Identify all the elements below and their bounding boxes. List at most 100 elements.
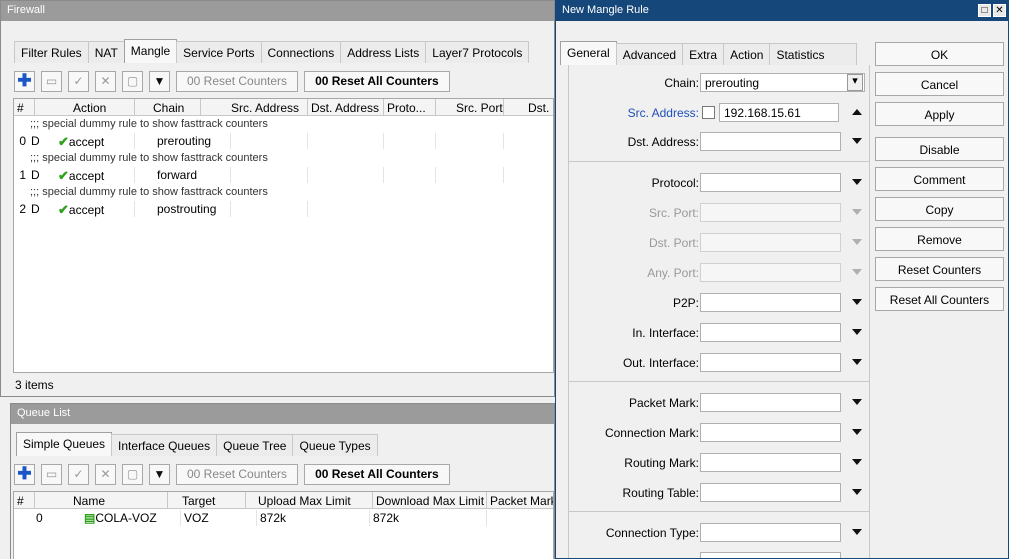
expand-arrow-icon[interactable] xyxy=(852,269,862,275)
expand-arrow-icon[interactable] xyxy=(852,329,862,335)
tab-statistics[interactable]: Statistics xyxy=(769,43,858,65)
table-row[interactable]: 0 ▤COLA-VOZ VOZ 872k 872k xyxy=(14,510,553,526)
tab-action[interactable]: Action xyxy=(723,43,771,65)
tab-address-lists[interactable]: Address Lists xyxy=(340,41,427,63)
src-port-input[interactable] xyxy=(700,203,841,222)
reset-counters-button[interactable]: Reset Counters xyxy=(875,257,1004,281)
cancel-button[interactable]: Cancel xyxy=(875,72,1004,96)
connection-type-input[interactable] xyxy=(700,523,841,542)
close-button[interactable]: ✕ xyxy=(993,4,1006,17)
tab-simple-queues[interactable]: Simple Queues xyxy=(16,432,113,456)
packet-mark-input[interactable] xyxy=(700,393,841,412)
expand-arrow-icon[interactable] xyxy=(852,459,862,465)
col-target[interactable]: Target xyxy=(168,492,246,509)
expand-arrow-icon[interactable] xyxy=(852,299,862,305)
enable-button[interactable]: ✓ xyxy=(68,463,89,485)
col-chain[interactable]: Chain xyxy=(135,99,201,116)
apply-button[interactable]: Apply xyxy=(875,102,1004,126)
tab-queue-tree[interactable]: Queue Tree xyxy=(216,434,294,456)
src-address-negate-checkbox[interactable] xyxy=(702,106,715,119)
chain-select[interactable]: prerouting xyxy=(700,73,865,92)
expand-arrow-icon[interactable] xyxy=(852,529,862,535)
expand-arrow-icon[interactable] xyxy=(852,429,862,435)
table-row[interactable]: 0 D ✔accept prerouting xyxy=(14,133,553,149)
chain-dropdown-button[interactable]: ▾ xyxy=(847,74,863,91)
col-packet-marks[interactable]: Packet Marks xyxy=(487,492,553,509)
expand-arrow-icon[interactable] xyxy=(852,179,862,185)
rule-comment: ;;; special dummy rule to show fasttrack… xyxy=(30,118,268,130)
col-action[interactable]: Action xyxy=(35,99,135,116)
src-address-input[interactable]: 192.168.15.61 xyxy=(719,103,839,122)
expand-arrow-icon[interactable] xyxy=(852,359,862,365)
reset-counters-button[interactable]: 00 Reset Counters xyxy=(176,463,299,485)
col-dst-address[interactable]: Dst. Address xyxy=(308,99,384,116)
ok-button[interactable]: OK xyxy=(875,42,1004,66)
dst-address-input[interactable] xyxy=(700,132,841,151)
filter-button[interactable]: ▼ xyxy=(149,463,170,485)
simple-queues-table: # Name Target Upload Max Limit Download … xyxy=(13,491,554,559)
filter-button[interactable]: ▼ xyxy=(149,70,170,92)
out-interface-input[interactable] xyxy=(700,353,841,372)
tab-layer7-protocols[interactable]: Layer7 Protocols xyxy=(425,41,530,63)
tab-advanced[interactable]: Advanced xyxy=(615,43,684,65)
col-src-port[interactable]: Src. Port xyxy=(436,99,504,116)
tab-service-ports[interactable]: Service Ports xyxy=(176,41,262,63)
comment-row[interactable]: ;;; special dummy rule to show fasttrack… xyxy=(14,185,553,201)
tab-general[interactable]: General xyxy=(560,41,617,65)
comment-row[interactable]: ;;; special dummy rule to show fasttrack… xyxy=(14,117,553,133)
expand-arrow-icon[interactable] xyxy=(852,239,862,245)
add-button[interactable]: ✚ xyxy=(14,463,35,485)
comment-button[interactable]: Comment xyxy=(875,167,1004,191)
col-src-address[interactable]: Src. Address xyxy=(201,99,308,116)
remove-button[interactable]: Remove xyxy=(875,227,1004,251)
remove-button[interactable]: ▭ xyxy=(41,463,62,485)
comment-button[interactable]: ▢ xyxy=(122,70,143,92)
reset-all-counters-button[interactable]: 00 Reset All Counters xyxy=(304,463,450,485)
expand-arrow-icon[interactable] xyxy=(852,489,862,495)
enable-button[interactable]: ✓ xyxy=(68,70,89,92)
tab-mangle[interactable]: Mangle xyxy=(123,39,178,63)
tab-extra[interactable]: Extra xyxy=(682,43,725,65)
disable-button[interactable]: Disable xyxy=(875,137,1004,161)
maximize-button[interactable]: □ xyxy=(978,4,991,17)
reset-counters-button[interactable]: 00 Reset Counters xyxy=(176,70,299,92)
col-download-max-limit[interactable]: Download Max Limit xyxy=(373,492,487,509)
disable-button[interactable]: ✕ xyxy=(95,70,116,92)
col-num[interactable]: # xyxy=(14,99,35,116)
col-name[interactable]: Name xyxy=(35,492,168,509)
connection-state-input[interactable] xyxy=(700,552,841,558)
divider xyxy=(569,381,869,382)
remove-button[interactable]: ▭ xyxy=(41,70,62,92)
table-row[interactable]: 2 D ✔accept postrouting xyxy=(14,201,553,217)
any-port-input[interactable] xyxy=(700,263,841,282)
copy-button[interactable]: Copy xyxy=(875,197,1004,221)
dst-port-input[interactable] xyxy=(700,233,841,252)
routing-mark-input[interactable] xyxy=(700,453,841,472)
comment-row[interactable]: ;;; special dummy rule to show fasttrack… xyxy=(14,151,553,167)
comment-button[interactable]: ▢ xyxy=(122,463,143,485)
tab-nat[interactable]: NAT xyxy=(87,41,125,63)
tab-connections[interactable]: Connections xyxy=(260,41,342,63)
col-protocol[interactable]: Proto... xyxy=(384,99,436,116)
protocol-input[interactable] xyxy=(700,173,841,192)
routing-table-input[interactable] xyxy=(700,483,841,502)
tab-queue-types[interactable]: Queue Types xyxy=(292,434,378,456)
expand-arrow-icon[interactable] xyxy=(852,399,862,405)
rule-flag: D xyxy=(31,202,40,216)
table-row[interactable]: 1 D ✔accept forward xyxy=(14,167,553,183)
col-upload-max-limit[interactable]: Upload Max Limit xyxy=(246,492,373,509)
col-dst-port[interactable]: Dst. Port xyxy=(504,99,553,116)
reset-all-counters-button[interactable]: Reset All Counters xyxy=(875,287,1004,311)
expand-arrow-icon[interactable] xyxy=(852,209,862,215)
col-num[interactable]: # xyxy=(14,492,35,509)
connection-mark-input[interactable] xyxy=(700,423,841,442)
disable-button[interactable]: ✕ xyxy=(95,463,116,485)
collapse-arrow-icon[interactable] xyxy=(852,109,862,115)
add-button[interactable]: ✚ xyxy=(14,70,35,92)
tab-filter-rules[interactable]: Filter Rules xyxy=(14,41,89,63)
p2p-input[interactable] xyxy=(700,293,841,312)
tab-interface-queues[interactable]: Interface Queues xyxy=(111,434,218,456)
reset-all-counters-button[interactable]: 00 Reset All Counters xyxy=(304,70,450,92)
expand-arrow-icon[interactable] xyxy=(852,138,862,144)
in-interface-input[interactable] xyxy=(700,323,841,342)
